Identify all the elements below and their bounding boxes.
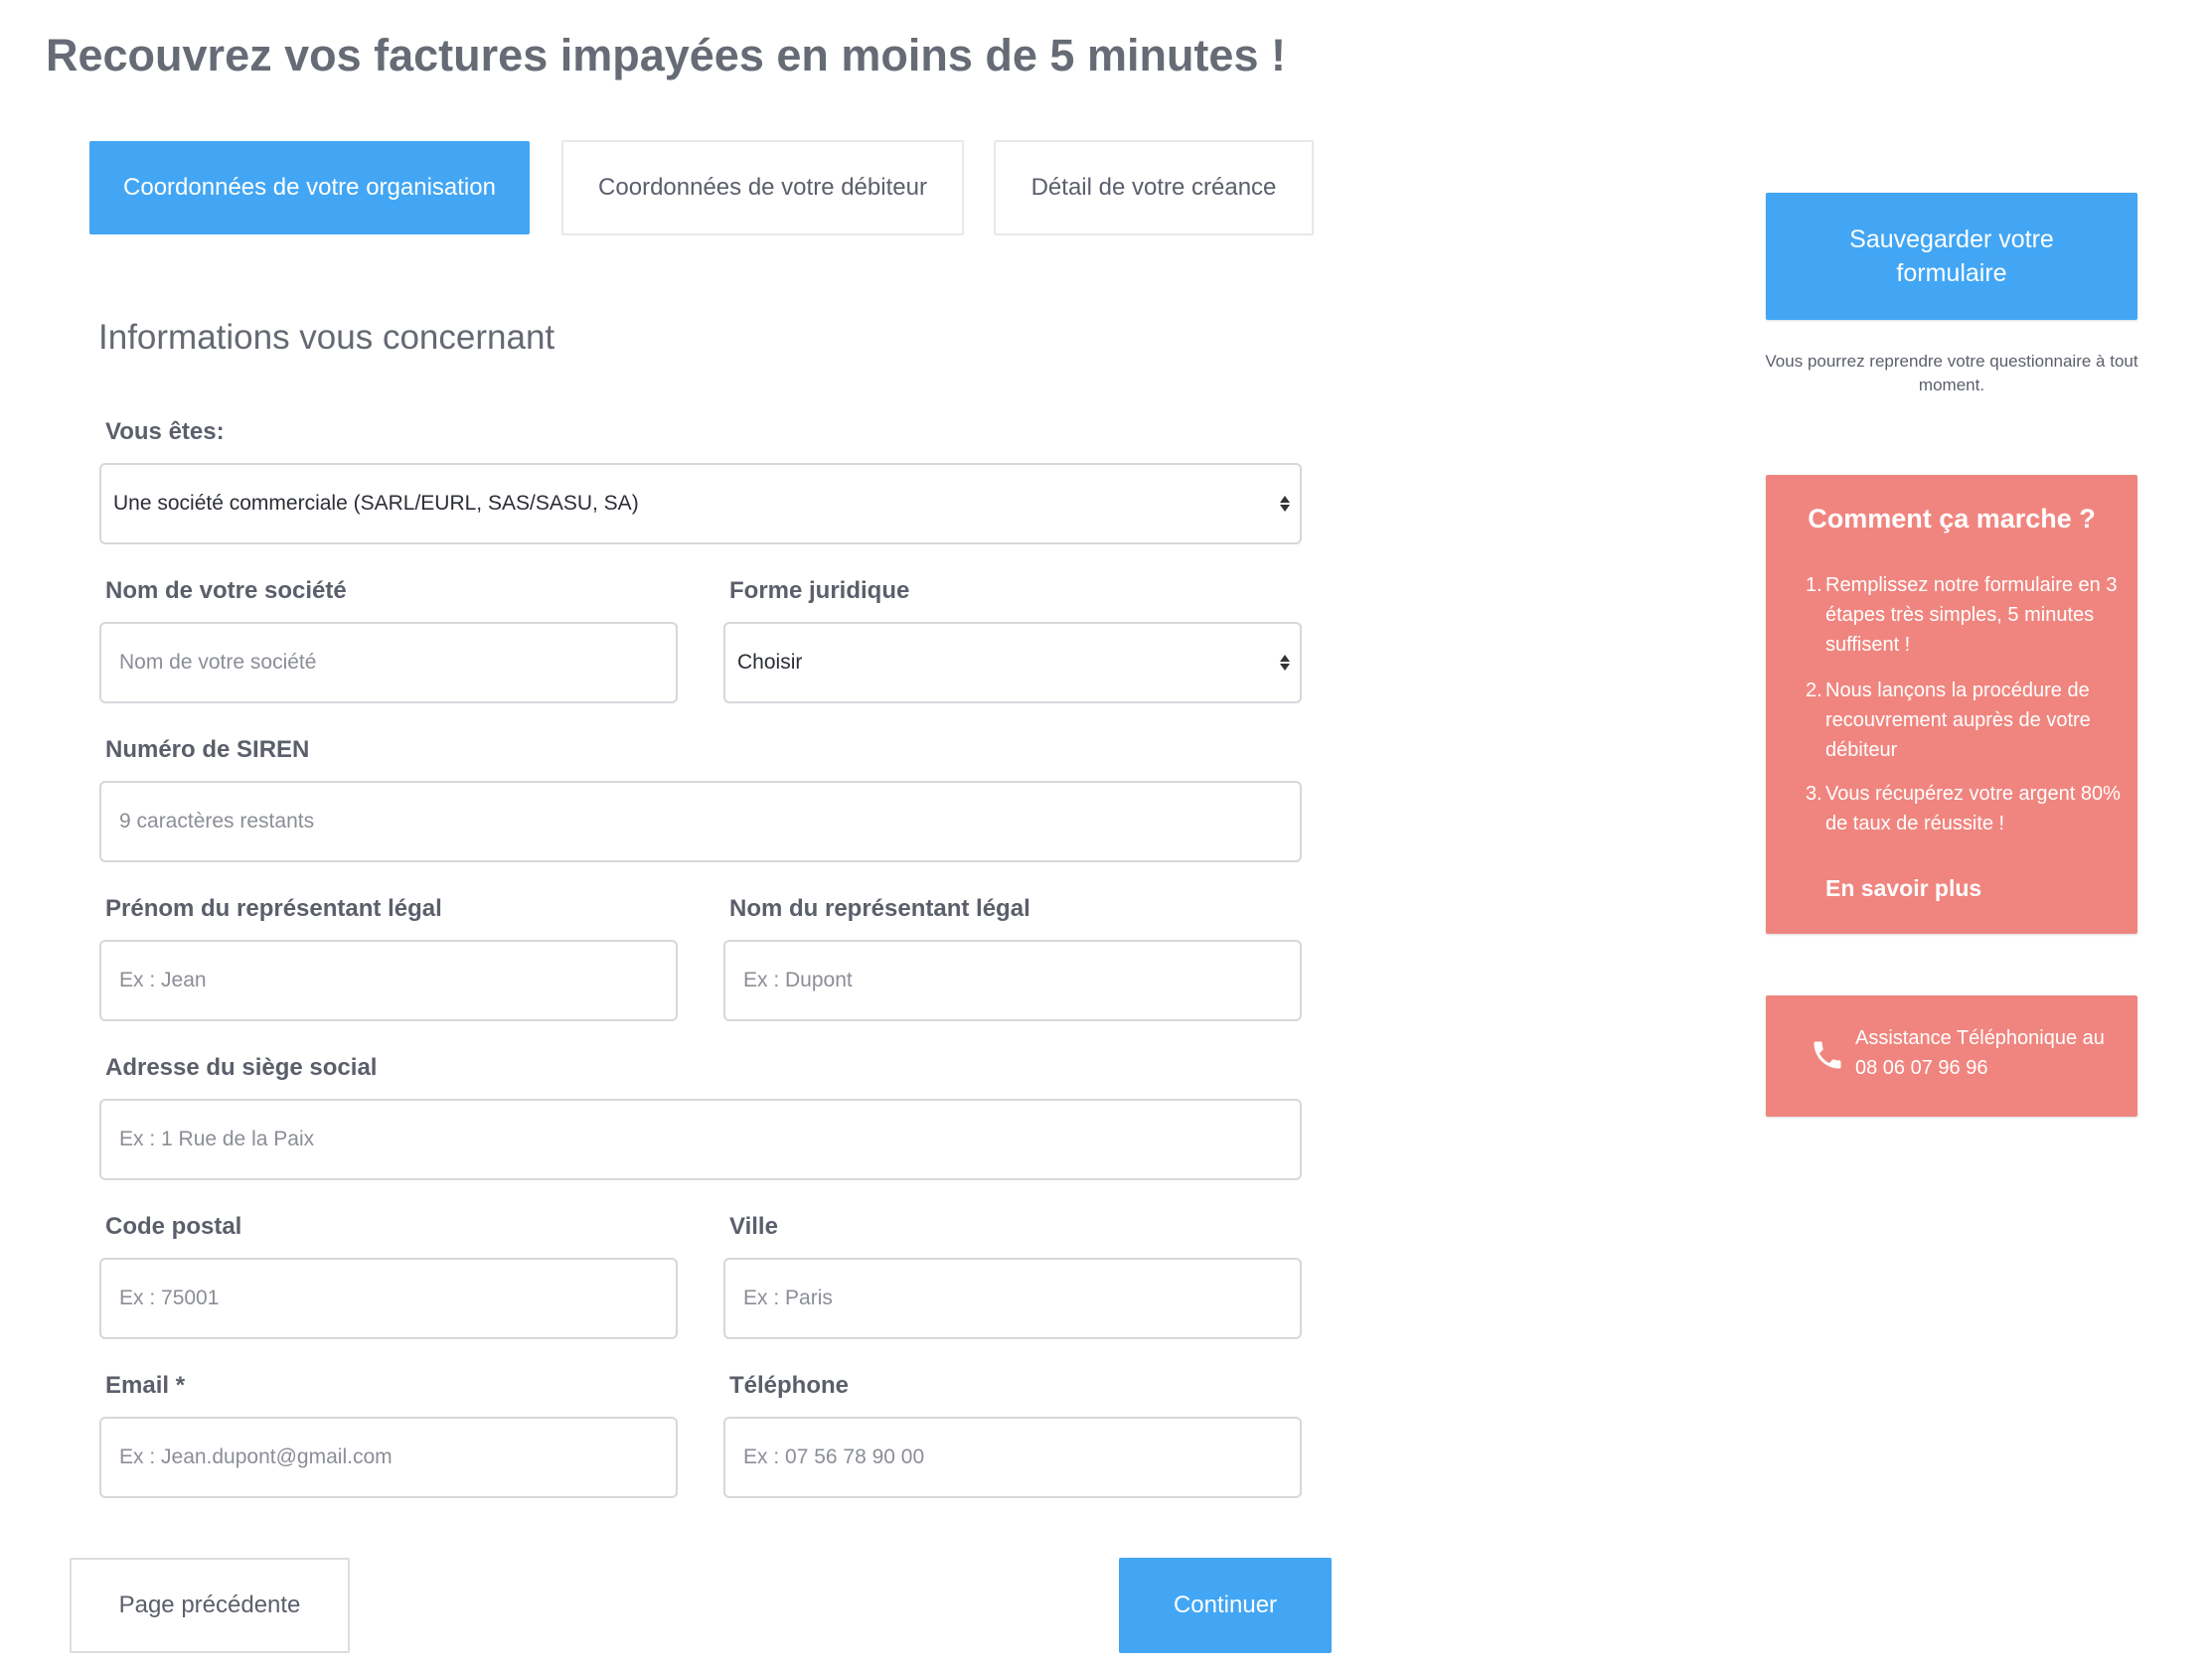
tab-debiteur[interactable]: Coordonnées de votre débiteur [561, 140, 964, 235]
city-placeholder: Ex : Paris [743, 1287, 833, 1309]
postal-code-input[interactable]: Ex : 75001 [99, 1258, 678, 1339]
step-item: 2. Nous lançons la procédure de recouvre… [1806, 676, 2124, 769]
rep-lastname-input[interactable]: Ex : Dupont [723, 940, 1302, 1021]
company-name-label: Nom de votre société [105, 577, 347, 604]
email-label: Email * [105, 1372, 186, 1399]
how-it-works-card: Comment ça marche ? 1. Remplissez notre … [1766, 475, 2137, 934]
phone-assistance-card[interactable]: Assistance Téléphonique au 08 06 07 96 9… [1766, 995, 2137, 1117]
rep-firstname-placeholder: Ex : Jean [119, 969, 207, 991]
vous-etes-label: Vous êtes: [105, 418, 225, 445]
address-label: Adresse du siège social [105, 1054, 378, 1081]
legal-form-value: Choisir [737, 651, 803, 674]
address-placeholder: Ex : 1 Rue de la Paix [119, 1128, 315, 1150]
city-input[interactable]: Ex : Paris [723, 1258, 1302, 1339]
email-placeholder: Ex : Jean.dupont@gmail.com [119, 1445, 393, 1468]
siren-input[interactable]: 9 caractères restants [99, 781, 1302, 862]
postal-code-placeholder: Ex : 75001 [119, 1287, 220, 1309]
save-note: Vous pourrez reprendre votre questionnai… [1765, 352, 2138, 394]
phone-label: Téléphone [729, 1372, 850, 1399]
section-title: Informations vous concernant [98, 318, 555, 357]
learn-more-link[interactable]: En savoir plus [1825, 870, 1981, 906]
phone-placeholder: Ex : 07 56 78 90 00 [743, 1445, 925, 1468]
page-title: Recouvrez vos factures impayées en moins… [46, 30, 1286, 80]
step-item: 1. Remplissez notre formulaire en 3 étap… [1806, 570, 2124, 664]
phone-assistance-text: Assistance Téléphonique au 08 06 07 96 9… [1855, 1027, 2105, 1079]
address-input[interactable]: Ex : 1 Rue de la Paix [99, 1099, 1302, 1180]
vous-etes-select[interactable]: Une société commerciale (SARL/EURL, SAS/… [99, 463, 1302, 544]
select-arrows-icon [1280, 655, 1290, 671]
company-name-placeholder: Nom de votre société [119, 651, 317, 674]
phone-icon [1814, 1041, 1841, 1069]
tab-creance[interactable]: Détail de votre créance [994, 140, 1314, 235]
rep-lastname-placeholder: Ex : Dupont [743, 969, 853, 991]
siren-placeholder: 9 caractères restants [119, 810, 315, 833]
tab-organisation[interactable]: Coordonnées de votre organisation [89, 141, 530, 234]
rep-firstname-input[interactable]: Ex : Jean [99, 940, 678, 1021]
email-input[interactable]: Ex : Jean.dupont@gmail.com [99, 1417, 678, 1498]
step-text: Nous lançons la procédure de recouvremen… [1825, 680, 2091, 761]
step-number: 1. [1806, 574, 1822, 596]
legal-form-select[interactable]: Choisir [723, 622, 1302, 703]
city-label: Ville [729, 1213, 778, 1240]
how-it-works-title: Comment ça marche ? [1808, 504, 2096, 533]
step-text: Remplissez notre formulaire en 3 étapes … [1825, 574, 2118, 656]
save-form-button[interactable]: Sauvegarder votre formulaire [1766, 193, 2137, 320]
legal-form-label: Forme juridique [729, 577, 910, 604]
rep-lastname-label: Nom du représentant légal [729, 895, 1030, 922]
step-item: 3. Vous récupérez votre argent 80% de ta… [1806, 779, 2124, 842]
siren-label: Numéro de SIREN [105, 736, 310, 763]
company-name-input[interactable]: Nom de votre société [99, 622, 678, 703]
phone-input[interactable]: Ex : 07 56 78 90 00 [723, 1417, 1302, 1498]
save-form-label: Sauvegarder votre formulaire [1849, 226, 2054, 287]
postal-code-label: Code postal [105, 1213, 242, 1240]
step-number: 2. [1806, 680, 1822, 701]
vous-etes-value: Une société commerciale (SARL/EURL, SAS/… [113, 492, 639, 515]
previous-page-button[interactable]: Page précédente [70, 1558, 350, 1653]
continue-button[interactable]: Continuer [1119, 1558, 1332, 1653]
step-text: Vous récupérez votre argent 80% de taux … [1825, 783, 2121, 834]
step-number: 3. [1806, 783, 1822, 805]
rep-firstname-label: Prénom du représentant légal [105, 895, 442, 922]
select-arrows-icon [1280, 496, 1290, 512]
